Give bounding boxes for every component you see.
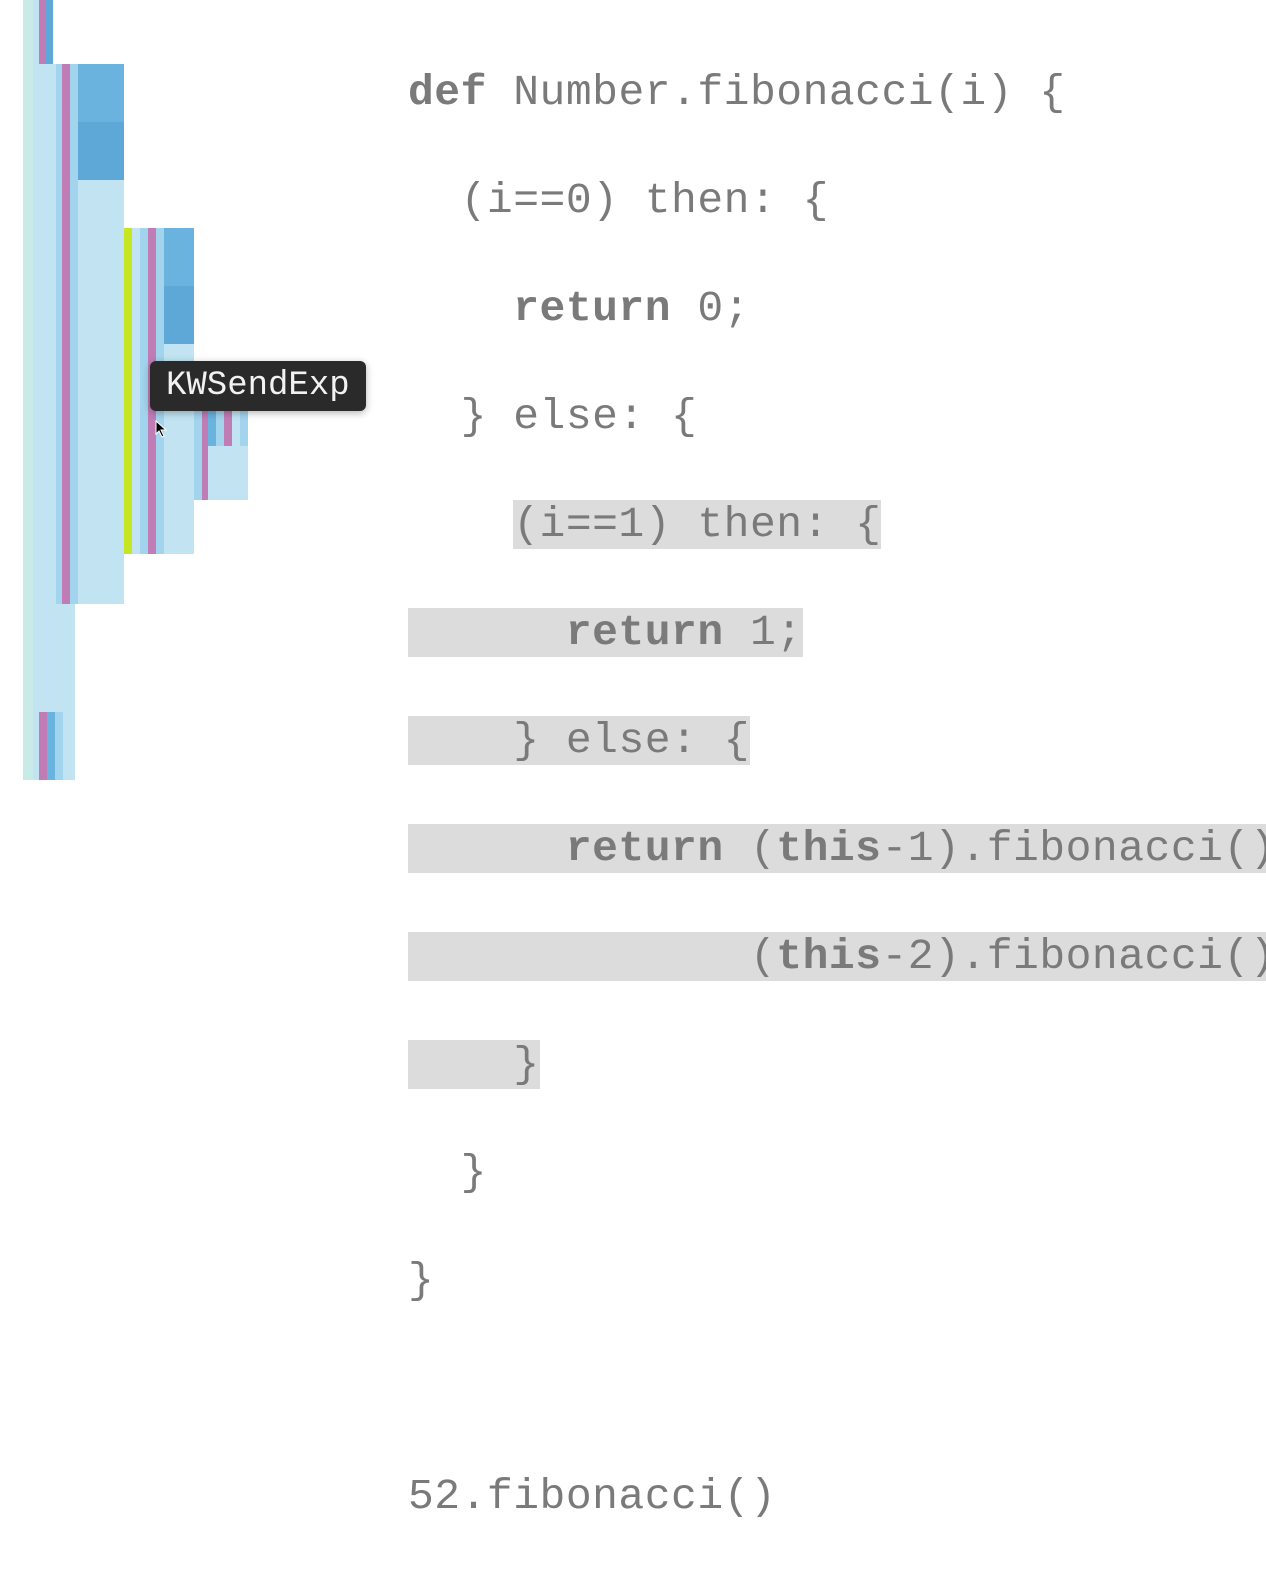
tree-stripe[interactable]: [78, 122, 124, 180]
code-line: 52.fibonacci(): [408, 1470, 1266, 1524]
code-line: }: [408, 1038, 1266, 1092]
tree-stripe[interactable]: [45, 0, 53, 64]
code-line: }: [408, 1146, 1266, 1200]
tree-stripe[interactable]: [70, 64, 78, 604]
code-editor[interactable]: def Number.fibonacci(i) { (i==0) then: {…: [408, 12, 1266, 1578]
code-line: } else: {: [408, 390, 1266, 444]
tree-stripe[interactable]: [47, 712, 55, 780]
tree-stripe[interactable]: [78, 228, 124, 604]
code-line: return (this-1).fibonacci() +: [408, 822, 1266, 876]
code-line: return 0;: [408, 282, 1266, 336]
tree-stripe[interactable]: [39, 64, 47, 780]
code-line: [408, 1362, 1266, 1416]
tree-stripe[interactable]: [78, 64, 124, 122]
tree-stripe[interactable]: [55, 712, 63, 780]
tree-stripe[interactable]: [78, 180, 124, 228]
tooltip: KWSendExp: [150, 361, 366, 411]
tree-stripe[interactable]: [164, 392, 194, 554]
code-line: (i==0) then: {: [408, 174, 1266, 228]
code-line: (this-2).fibonacci();: [408, 930, 1266, 984]
code-line: } else: {: [408, 714, 1266, 768]
tree-stripe[interactable]: [62, 64, 70, 604]
tree-stripe[interactable]: [164, 286, 194, 344]
tooltip-label: KWSendExp: [166, 367, 350, 405]
tree-stripe[interactable]: [140, 228, 148, 554]
tree-stripe[interactable]: [208, 446, 248, 500]
code-line: def Number.fibonacci(i) {: [408, 66, 1266, 120]
tree-stripe[interactable]: [164, 228, 194, 286]
tree-stripe[interactable]: [63, 712, 75, 780]
tree-stripe[interactable]: [124, 228, 132, 554]
code-line: return 1;: [408, 606, 1266, 660]
cursor-icon: [155, 420, 169, 443]
tree-stripe[interactable]: [23, 0, 33, 780]
code-line: }: [408, 1254, 1266, 1308]
tree-stripe[interactable]: [132, 228, 140, 554]
tree-stripe[interactable]: [39, 712, 47, 780]
code-line: (i==1) then: {: [408, 498, 1266, 552]
